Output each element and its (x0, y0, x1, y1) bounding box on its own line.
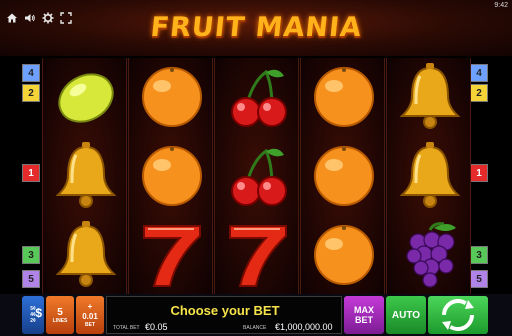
balance-label: BALANCE (243, 325, 267, 331)
bet-value: 0.01 (82, 311, 98, 321)
payline-5-left[interactable]: 5 (22, 270, 40, 288)
bet-button[interactable]: + 0.01 BET (76, 296, 104, 334)
total-bet-value: €0.05 (145, 322, 168, 332)
lemon-icon (43, 58, 128, 136)
fullscreen-icon[interactable] (60, 12, 72, 24)
lines-label: LINES (52, 317, 68, 324)
reel-5 (386, 58, 471, 294)
speaker-icon[interactable] (24, 12, 36, 24)
orange-icon (129, 137, 214, 215)
payline-indicators-right: 4 2 1 3 5 (470, 60, 490, 292)
seven-icon (215, 216, 300, 294)
payline-2-left[interactable]: 2 (22, 84, 40, 102)
game-logo: FRUIT MANIA (148, 12, 364, 43)
balance-value: €1,000,000.00 (275, 322, 333, 332)
payline-4-right[interactable]: 4 (470, 64, 488, 82)
payline-3-right[interactable]: 3 (470, 246, 488, 264)
reel-4 (300, 58, 385, 294)
bell-icon (43, 137, 128, 215)
status-message: Choose your BET (170, 303, 280, 318)
reels-area[interactable] (42, 58, 471, 294)
max-bet-label-2: BET (355, 315, 373, 325)
seven-icon (129, 216, 214, 294)
payline-5-right[interactable]: 5 (470, 270, 488, 288)
spin-button[interactable] (428, 296, 488, 334)
top-bar: FRUIT MANIA 9:42 (0, 0, 512, 56)
auto-button[interactable]: AUTO (386, 296, 426, 334)
total-bet-label: TOTAL BET (113, 325, 140, 331)
payline-2-right[interactable]: 2 (470, 84, 488, 102)
reel-1 (42, 58, 127, 294)
orange-icon (301, 216, 386, 294)
lines-value: 5 (57, 306, 63, 318)
bell-icon (387, 58, 472, 136)
orange-icon (301, 137, 386, 215)
orange-icon (129, 58, 214, 136)
bell-icon (43, 216, 128, 294)
spin-arrows-icon (442, 299, 474, 331)
home-icon[interactable] (6, 12, 18, 24)
payline-1-left[interactable]: 1 (22, 164, 40, 182)
orange-icon (301, 58, 386, 136)
control-panel: 5¢ 4¢ 2¢ $ 5 LINES + 0.01 BET Choose you… (0, 294, 512, 336)
cherries-icon (215, 58, 300, 136)
payline-1-right[interactable]: 1 (470, 164, 488, 182)
payline-indicators-left: 4 2 1 3 5 (22, 60, 42, 292)
status-clock: 9:42 (494, 2, 508, 9)
payline-4-left[interactable]: 4 (22, 64, 40, 82)
message-box: Choose your BET TOTAL BET €0.05 BALANCE … (106, 296, 342, 334)
top-icons (6, 12, 72, 24)
dollar-icon: $ (35, 306, 42, 320)
reel-3 (214, 58, 299, 294)
coins-button[interactable]: 5¢ 4¢ 2¢ $ (22, 296, 44, 334)
bell-icon (387, 137, 472, 215)
payline-3-left[interactable]: 3 (22, 246, 40, 264)
max-bet-label-1: MAX (354, 305, 374, 315)
cherries-icon (215, 137, 300, 215)
max-bet-button[interactable]: MAX BET (344, 296, 384, 334)
bet-plus[interactable]: + (88, 302, 93, 311)
reel-2 (128, 58, 213, 294)
settings-icon[interactable] (42, 12, 54, 24)
grapes-icon (387, 216, 472, 294)
bet-label: BET (85, 321, 95, 328)
lines-button[interactable]: 5 LINES (46, 296, 74, 334)
